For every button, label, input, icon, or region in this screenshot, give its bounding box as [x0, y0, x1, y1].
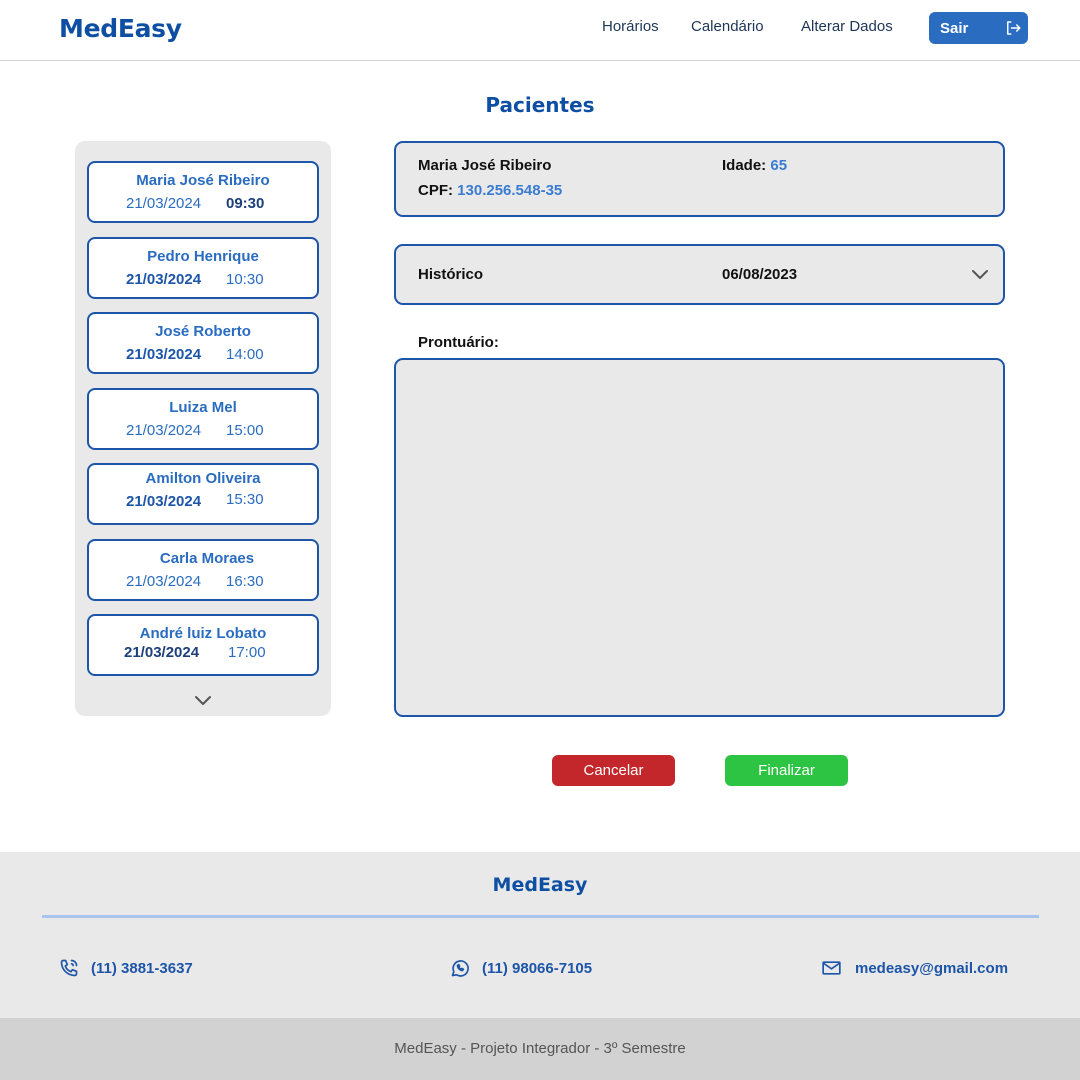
patient-date: 21/03/2024	[126, 422, 202, 439]
contact-email[interactable]: medeasy@gmail.com	[820, 958, 1008, 978]
patient-card[interactable]: Carla Moraes 21/03/2024 16:30	[87, 539, 319, 601]
patient-time: 14:00	[226, 346, 264, 363]
patient-card[interactable]: Luiza Mel 21/03/2024 15:00	[87, 388, 319, 450]
patient-name: Pedro Henrique	[147, 248, 259, 265]
patient-card[interactable]: André luiz Lobato 21/03/2024 17:00	[87, 614, 319, 676]
bottom-bar: MedEasy - Projeto Integrador - 3º Semest…	[0, 1018, 1080, 1080]
patient-time: 15:30	[226, 491, 264, 508]
finish-button[interactable]: Finalizar	[725, 755, 848, 786]
logo[interactable]: MedEasy	[59, 14, 182, 43]
patient-time: 16:30	[226, 573, 264, 590]
nav-calendario[interactable]: Calendário	[691, 18, 764, 35]
patient-name: Luiza Mel	[169, 399, 237, 416]
patient-card[interactable]: Maria José Ribeiro 21/03/2024 09:30	[87, 161, 319, 223]
patient-time: 10:30	[226, 271, 264, 288]
email-text: medeasy@gmail.com	[855, 959, 1009, 977]
patient-date: 21/03/2024	[124, 644, 200, 661]
patient-card[interactable]: Amilton Oliveira 21/03/2024 15:30	[87, 463, 319, 525]
page-title: Pacientes	[485, 93, 595, 117]
top-header: MedEasy Horários Calendário Alterar Dado…	[0, 0, 1080, 61]
age-value: 65	[770, 157, 788, 174]
history-label: Histórico	[418, 266, 484, 283]
footer: MedEasy (11) 3881-3637 (11) 98066-7105 m…	[0, 852, 1080, 1018]
patient-date: 21/03/2024	[126, 346, 202, 363]
contact-whatsapp[interactable]: (11) 98066-7105	[450, 958, 592, 978]
phone-icon	[60, 959, 78, 977]
footer-divider	[42, 915, 1039, 918]
patient-name: Maria José Ribeiro	[136, 172, 270, 189]
exit-button-label: Sair	[940, 19, 969, 37]
chevron-down-icon[interactable]	[971, 268, 989, 280]
record-label: Prontuário:	[418, 334, 499, 351]
record-textarea[interactable]	[394, 358, 1005, 717]
patient-list: Maria José Ribeiro 21/03/2024 09:30 Pedr…	[75, 141, 331, 716]
patient-name: André luiz Lobato	[139, 625, 267, 642]
patient-info-card: Maria José Ribeiro Idade: 65 CPF: 130.25…	[394, 141, 1005, 217]
history-dropdown[interactable]: Histórico 06/08/2023	[394, 244, 1005, 305]
patient-name: Amilton Oliveira	[145, 470, 261, 487]
patient-date: 21/03/2024	[126, 493, 202, 510]
patient-card[interactable]: Pedro Henrique 21/03/2024 10:30	[87, 237, 319, 299]
phone-text: (11) 3881-3637	[91, 959, 193, 977]
patient-info-cpf: CPF: 130.256.548-35	[418, 182, 562, 199]
patient-time: 09:30	[226, 195, 265, 212]
nav-alterar-dados[interactable]: Alterar Dados	[801, 18, 893, 35]
patient-card[interactable]: José Roberto 21/03/2024 14:00	[87, 312, 319, 374]
cpf-label: CPF:	[418, 182, 453, 199]
whatsapp-text: (11) 98066-7105	[482, 959, 593, 977]
mail-icon	[822, 961, 841, 975]
patient-time: 15:00	[226, 422, 264, 439]
exit-button[interactable]: Sair	[929, 12, 1028, 44]
cancel-button[interactable]: Cancelar	[552, 755, 675, 786]
chevron-down-icon[interactable]	[194, 694, 212, 706]
whatsapp-icon	[451, 960, 469, 977]
logout-icon	[1007, 21, 1021, 35]
cpf-value: 130.256.548-35	[457, 182, 563, 199]
nav-horarios[interactable]: Horários	[602, 18, 659, 35]
age-label: Idade:	[722, 157, 767, 174]
patient-date: 21/03/2024	[126, 573, 202, 590]
patient-time: 17:00	[228, 644, 266, 661]
patient-date: 21/03/2024	[126, 271, 202, 288]
patient-name: José Roberto	[155, 323, 251, 340]
patient-info-age: Idade: 65	[722, 157, 787, 174]
footer-logo: MedEasy	[492, 874, 588, 896]
copyright-text: MedEasy - Projeto Integrador - 3º Semest…	[394, 1040, 686, 1057]
patient-date: 21/03/2024	[126, 195, 202, 212]
contact-phone[interactable]: (11) 3881-3637	[59, 958, 193, 978]
history-date: 06/08/2023	[722, 266, 798, 283]
patient-name: Carla Moraes	[159, 550, 255, 567]
patient-info-name: Maria José Ribeiro	[418, 157, 552, 174]
